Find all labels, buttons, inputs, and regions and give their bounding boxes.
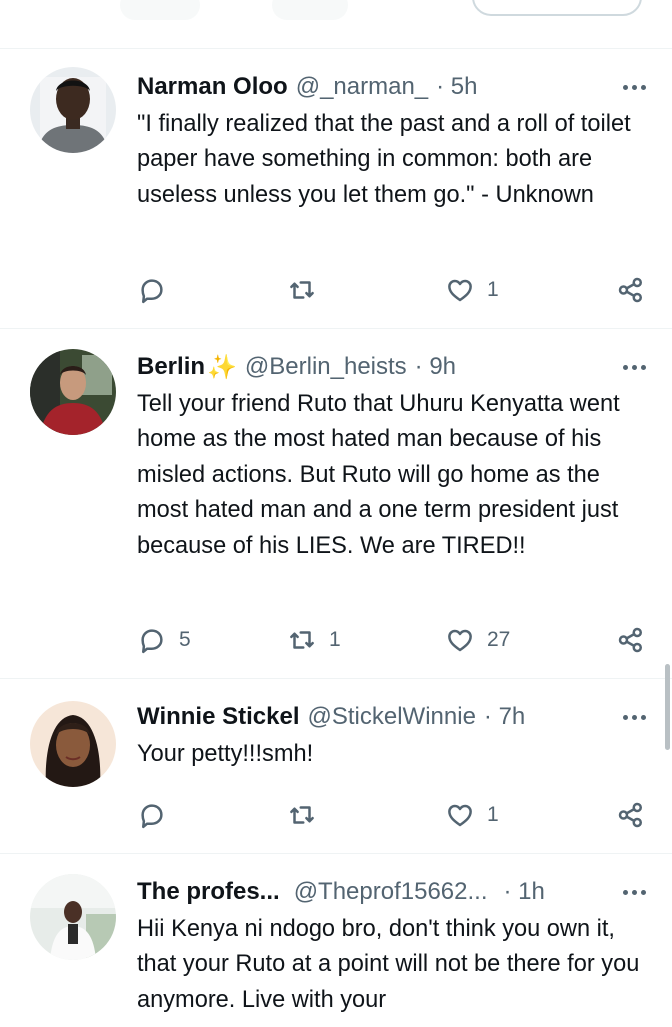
more-icon[interactable] [623,874,646,910]
like-count: 1 [487,278,499,301]
share-button[interactable] [616,795,646,835]
avatar[interactable] [30,349,116,435]
tweet-actions: 1 [137,270,646,310]
top-action-button[interactable] [472,0,642,16]
tweet-actions: 1 [137,795,646,835]
more-icon[interactable] [623,349,646,385]
retweet-button[interactable]: 1 [287,620,341,660]
share-button[interactable] [616,620,646,660]
share-icon [618,627,642,653]
tweet-text: Tell your friend Ruto that Uhuru Kenyatt… [137,391,627,559]
heart-icon [448,804,472,827]
like-button[interactable]: 1 [445,795,499,835]
top-tab-pill[interactable] [272,0,348,20]
sparkles-emoji: ✨ [207,353,237,381]
retweet-button[interactable] [287,795,329,835]
tweet-time[interactable]: · 7h [484,703,525,731]
reply-icon [141,279,163,304]
scrollbar[interactable] [665,664,670,750]
tweet-header: Winnie Stickel @StickelWinnie · 7h [137,699,646,735]
retweet-icon [290,806,314,824]
like-button[interactable]: 27 [445,620,510,660]
reply-icon [141,804,163,829]
top-bar [0,0,672,49]
author-handle[interactable]: @_narman_ [296,73,428,101]
author-handle[interactable]: @Berlin_heists [245,353,407,381]
author-handle[interactable]: @StickelWinnie [308,703,476,731]
avatar[interactable] [30,874,116,960]
tweet-time[interactable]: · 5h [436,73,477,101]
tweet-header: The profes... @Theprof15662... · 1h [137,874,646,910]
share-button[interactable] [616,270,646,310]
heart-icon [448,279,472,302]
like-count: 27 [487,628,511,651]
like-button[interactable]: 1 [445,270,499,310]
retweet-count: 1 [329,628,341,651]
tweet[interactable]: Winnie Stickel @StickelWinnie · 7h Your … [0,679,672,854]
heart-icon [448,629,472,652]
tweet-time[interactable]: · 9h [415,353,456,381]
like-count: 1 [487,803,499,826]
reply-count: 5 [179,628,191,651]
avatar[interactable] [30,701,116,787]
retweet-button[interactable] [287,270,329,310]
reply-button[interactable]: 5 [137,620,191,660]
author-handle[interactable]: @Theprof15662... [294,878,488,906]
tweet[interactable]: Narman Oloo @_narman_ · 5h "I finally re… [0,49,672,329]
tweet[interactable]: The profes... @Theprof15662... · 1h Hii … [0,854,672,1027]
retweet-icon [290,631,314,649]
reply-button[interactable] [137,795,179,835]
more-icon[interactable] [623,699,646,735]
tweet-header: Berlin ✨ @Berlin_heists · 9h [137,349,646,385]
tweet[interactable]: Berlin ✨ @Berlin_heists · 9h Tell your f… [0,329,672,679]
tweet-text: Hii Kenya ni ndogo bro, don't think you … [137,916,646,1013]
share-icon [618,802,642,828]
share-icon [618,277,642,303]
tweet-text: Your petty!!!smh! [137,741,314,767]
avatar[interactable] [30,67,116,153]
tweet-text: "I finally realized that the past and a … [137,111,638,208]
top-tab-pill[interactable] [120,0,200,20]
more-icon[interactable] [623,69,646,105]
author-name[interactable]: Winnie Stickel [137,703,300,731]
retweet-icon [290,281,314,299]
author-name[interactable]: Narman Oloo [137,73,288,101]
tweet-time[interactable]: · 1h [504,878,545,906]
tweet-actions: 5 1 27 [137,620,646,660]
reply-button[interactable] [137,270,179,310]
author-name[interactable]: The profes... [137,878,280,906]
tweet-header: Narman Oloo @_narman_ · 5h [137,69,646,105]
reply-icon [141,629,163,654]
author-name[interactable]: Berlin [137,353,205,381]
